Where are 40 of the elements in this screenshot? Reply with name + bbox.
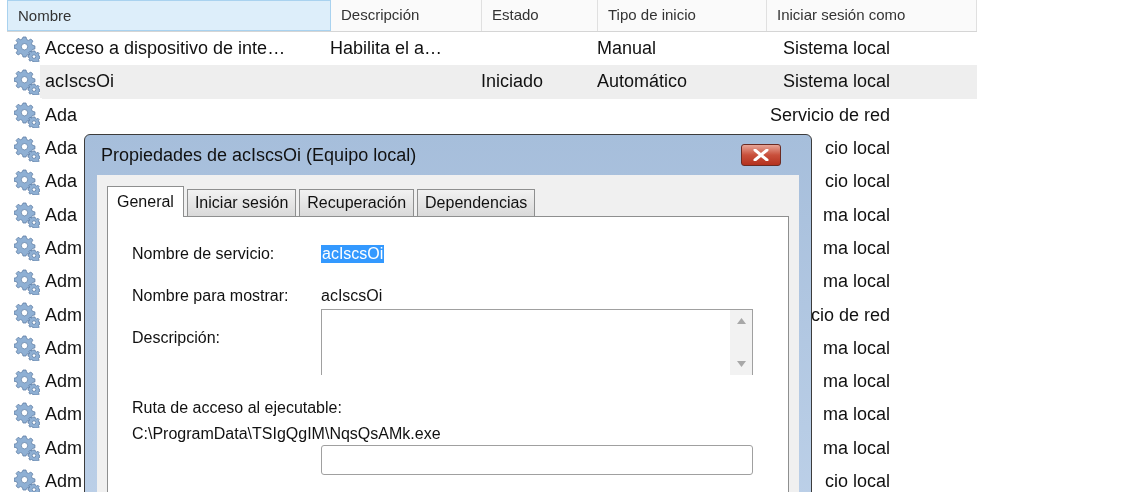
startup-type: Manual [597, 38, 657, 59]
logon-account: ma local [822, 371, 890, 392]
executable-path: C:\ProgramData\TSIgQgIM\NqsQsAMk.exe [132, 425, 442, 443]
field-label: Descripción: [132, 329, 222, 347]
dialog-title: Propiedades de acIscsOi (Equipo local) [101, 144, 418, 166]
service-name: Ada [45, 204, 78, 225]
logon-account: ma local [822, 437, 890, 458]
field-value: acIscsOi [321, 287, 383, 305]
logon-account: ma local [822, 404, 890, 425]
logon-account: cio local [824, 138, 890, 159]
logon-account: ma local [822, 204, 890, 225]
logon-account: ma local [822, 271, 890, 292]
service-name: Adm [45, 404, 82, 425]
service-description: Habilita el a… [330, 38, 443, 59]
field-label: Nombre de servicio: [132, 245, 276, 263]
service-status: Iniciado [481, 71, 544, 92]
startup-type: Automático [597, 71, 688, 92]
field-label: Nombre para mostrar: [132, 287, 290, 305]
service-name: Adm [45, 337, 82, 358]
service-name: Adm [45, 371, 82, 392]
logon-account: cio de red [810, 304, 890, 325]
service-name: Ada [45, 138, 78, 159]
logon-account: ma local [822, 337, 890, 358]
service-name: Adm [45, 471, 82, 491]
logon-account: cio local [824, 171, 890, 192]
service-name: Adm [45, 237, 82, 258]
field-label: Ruta de acceso al ejecutable: [132, 399, 343, 417]
logon-account: Sistema local [782, 71, 890, 92]
logon-account: ma local [822, 237, 890, 258]
service-name: Ada [45, 104, 78, 125]
logon-account: Sistema local [782, 38, 890, 59]
service-name: Ada [45, 171, 78, 192]
service-name: acIscsOi [45, 71, 114, 92]
logon-account: Servicio de red [769, 104, 890, 125]
service-name: Adm [45, 271, 82, 292]
service-name: Adm [45, 437, 82, 458]
service-name: Acceso a dispositivo de inte… [45, 38, 286, 59]
logon-account: cio local [824, 471, 890, 491]
service-name: Adm [45, 304, 82, 325]
field-value: acIscsOi [321, 245, 385, 263]
